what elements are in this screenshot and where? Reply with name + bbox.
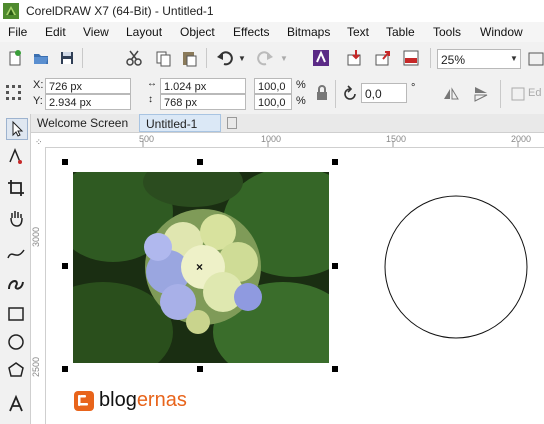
ruler-label-2000: 2000 <box>511 134 532 144</box>
artistic-media-tool-icon[interactable] <box>6 274 26 294</box>
rotation-icon <box>344 85 356 100</box>
copy-icon[interactable] <box>154 49 172 67</box>
menu-view[interactable]: View <box>83 25 109 39</box>
ruler-label-500: 500 <box>139 134 155 144</box>
new-tab-icon[interactable] <box>227 117 237 129</box>
freehand-tool-icon[interactable] <box>6 244 26 264</box>
horizontal-ruler[interactable]: 500 1000 1500 2000 <box>31 133 544 148</box>
separator <box>430 48 431 68</box>
open-folder-icon[interactable] <box>32 49 50 67</box>
ruler-label-1500: 1500 <box>386 134 407 144</box>
ruler-label-1000: 1000 <box>261 134 282 144</box>
undo-icon[interactable] <box>216 49 234 67</box>
selection-handle-top[interactable] <box>197 159 203 165</box>
mirror-horizontal-icon[interactable] <box>442 85 460 103</box>
ellipse-object[interactable] <box>383 194 529 340</box>
blogger-logo-icon <box>74 391 94 411</box>
mirror-vertical-icon[interactable] <box>472 85 490 103</box>
text-tool-icon[interactable] <box>6 394 26 414</box>
selection-handle-bottom-right[interactable] <box>332 366 338 372</box>
title-bar: CorelDRAW X7 (64-Bit) - Untitled-1 <box>0 0 544 22</box>
lock-ratio-icon[interactable] <box>313 84 331 102</box>
zoom-dropdown-icon[interactable]: ▼ <box>510 54 518 63</box>
edit-bitmap-icon[interactable] <box>510 85 528 103</box>
separator <box>335 80 336 108</box>
redo-icon[interactable] <box>256 49 274 67</box>
menu-tools[interactable]: Tools <box>433 25 461 39</box>
menu-bar: File Edit View Layout Object Effects Bit… <box>0 22 544 42</box>
pan-tool-icon[interactable] <box>6 208 26 228</box>
ruler-label-2500: 2500 <box>31 356 41 377</box>
menu-bitmaps[interactable]: Bitmaps <box>287 25 330 39</box>
export-icon[interactable] <box>374 49 392 67</box>
menu-file[interactable]: File <box>8 25 27 39</box>
rectangle-tool-icon[interactable] <box>6 304 26 324</box>
redo-dropdown-icon[interactable]: ▼ <box>280 54 288 63</box>
separator <box>500 80 501 108</box>
scale-y-unit: % <box>296 95 306 107</box>
property-bar: X: 726 px Y: 2.934 px ↔ 1.024 px ↕ 768 p… <box>0 74 544 115</box>
save-icon[interactable] <box>58 49 76 67</box>
publish-pdf-icon[interactable] <box>402 49 420 67</box>
watermark-text-part2: ernas <box>136 389 187 411</box>
selection-handle-bottom-left[interactable] <box>62 366 68 372</box>
menu-effects[interactable]: Effects <box>233 25 269 39</box>
height-field[interactable]: 768 px <box>160 94 246 110</box>
polygon-tool-icon[interactable] <box>6 360 26 380</box>
toolbox <box>0 114 31 424</box>
separator <box>206 48 207 68</box>
document-tabs: Welcome Screen Untitled-1 <box>31 114 544 133</box>
ruler-label-3000: 3000 <box>31 226 41 247</box>
menu-table[interactable]: Table <box>386 25 415 39</box>
scale-x-unit: % <box>296 79 306 91</box>
separator <box>82 48 83 68</box>
scale-x-field[interactable]: 100,0 <box>254 78 292 94</box>
drawing-canvas[interactable]: × blogernas <box>46 148 544 424</box>
x-position-label: X: <box>33 79 44 91</box>
horizontal-ruler-ticks <box>142 141 519 147</box>
width-field[interactable]: 1.024 px <box>160 78 246 94</box>
full-screen-icon[interactable] <box>526 50 544 68</box>
menu-edit[interactable]: Edit <box>45 25 66 39</box>
ellipse-tool-icon[interactable] <box>6 332 26 352</box>
y-position-label: Y: <box>33 95 43 107</box>
menu-object[interactable]: Object <box>180 25 215 39</box>
tab-untitled-1[interactable]: Untitled-1 <box>139 114 221 132</box>
rotation-unit: ° <box>411 82 416 94</box>
edit-bitmap-label[interactable]: Ed <box>528 87 541 99</box>
cut-icon[interactable] <box>125 49 143 67</box>
menu-text[interactable]: Text <box>347 25 369 39</box>
vertical-ruler[interactable]: 3000 2500 <box>31 147 46 424</box>
selection-handle-top-right[interactable] <box>332 159 338 165</box>
pick-tool-icon[interactable] <box>6 118 28 140</box>
undo-dropdown-icon[interactable]: ▼ <box>238 54 246 63</box>
rotation-angle-field[interactable]: 0,0 <box>361 83 407 103</box>
selection-handle-left[interactable] <box>62 263 68 269</box>
height-icon: ↕ <box>148 94 153 105</box>
watermark-text: blogernas <box>99 388 187 412</box>
menu-layout[interactable]: Layout <box>126 25 162 39</box>
tab-welcome-screen[interactable]: Welcome Screen <box>31 114 145 132</box>
selection-handle-bottom[interactable] <box>197 366 203 372</box>
scale-y-field[interactable]: 100,0 <box>254 94 292 110</box>
search-content-icon[interactable] <box>312 49 330 67</box>
coreldraw-app-icon[interactable] <box>3 3 19 19</box>
width-icon: ↔ <box>147 78 157 89</box>
y-position-field[interactable]: 2.934 px <box>45 94 131 110</box>
menu-window[interactable]: Window <box>480 25 523 39</box>
watermark-text-part1: blog <box>99 389 137 411</box>
object-origin-icon[interactable] <box>5 84 23 102</box>
standard-toolbar: ▼ ▼ 25% ▼ <box>0 42 544 75</box>
zoom-level-select[interactable]: 25% <box>437 49 521 69</box>
shape-tool-icon[interactable] <box>6 146 26 166</box>
selection-handle-right[interactable] <box>332 263 338 269</box>
window-title: CorelDRAW X7 (64-Bit) - Untitled-1 <box>26 4 214 18</box>
crop-tool-icon[interactable] <box>6 178 26 198</box>
paste-icon[interactable] <box>180 49 198 67</box>
x-position-field[interactable]: 726 px <box>45 78 131 94</box>
new-document-icon[interactable] <box>6 49 24 67</box>
import-icon[interactable] <box>346 49 364 67</box>
center-marker-icon[interactable]: × <box>196 260 203 274</box>
selection-handle-top-left[interactable] <box>62 159 68 165</box>
